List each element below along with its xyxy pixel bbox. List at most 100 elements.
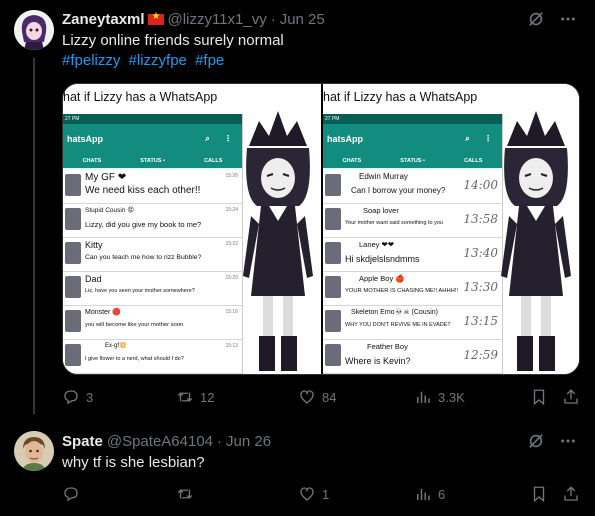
whatsapp-tabs: CHATS STATUS • CALLS [63,154,242,170]
tweet-2[interactable]: Spate @SpateA64104 · Jun 26 why tf is sh… [0,420,595,516]
tweet-2-actions: 1 6 [62,484,582,504]
contact-avatar [325,276,341,298]
display-name[interactable]: Zaneytaxml [62,11,145,28]
last-message: you will become like your mother soon [85,322,184,328]
tweet-media[interactable]: hat if Lizzy has a WhatsApp 27 PM hatsAp… [62,83,580,375]
reply-count: 3 [86,389,94,405]
last-message: WHY YOU DON'T REVIVE ME IN EVADE? [345,322,451,328]
media-image-left[interactable]: hat if Lizzy has a WhatsApp 27 PM hatsAp… [63,84,321,374]
chat-row: Monster 🔴 you will become like your moth… [63,306,242,340]
reply-button[interactable] [62,484,86,504]
tab-calls: CALLS [464,158,483,164]
chat-row: Kitty Can you teach me how to rizz Bubbl… [63,238,242,272]
hashtag-link[interactable]: #fpe [195,52,224,69]
chat-row: My GF ❤ We need kiss each other!! 15:26 [63,170,242,204]
chat-time: 12:59 [463,348,498,362]
last-message: Can I borrow your money? [351,186,446,195]
retweet-icon [177,392,193,402]
last-message: Can you teach me how to rizz Bubble? [85,254,202,261]
like-button[interactable]: 1 [298,484,329,504]
status-bar-time: 27 PM [63,114,242,124]
chat-time: 15:13 [225,343,238,349]
avatar-spate[interactable] [14,431,54,471]
view-count: 3.3K [438,389,465,405]
chat-row: Ex-gf💥 I give flower to a nerd, what sho… [63,340,242,374]
tweet-date[interactable]: Jun 26 [226,433,271,450]
chat-row: Soap lover Your mother want said somethi… [323,204,502,238]
like-count: 1 [322,486,330,502]
tweet-date[interactable]: Jun 25 [280,11,325,28]
reply-icon [64,487,78,502]
view-count: 6 [438,486,446,502]
share-button[interactable] [562,484,580,504]
handle[interactable]: @lizzy11x1_vy [168,11,267,28]
chat-time: 15:16 [225,309,238,315]
like-icon [300,487,314,501]
chat-time: 13:30 [463,280,498,294]
handle[interactable]: @SpateA64104 [107,433,213,450]
whatsapp-appbar: hatsApp ⌕ ⋮ [63,124,242,154]
contact-avatar [325,310,341,332]
tab-chats: CHATS [82,158,102,164]
chat-row: Apple Boy 🍎 YOUR MOTHER IS CHASING ME!! … [323,272,502,306]
chat-row: Dad Liz, have you seen your mother somew… [63,272,242,306]
lizzy-illustration [243,111,313,371]
more-icon[interactable] [559,10,577,28]
bookmark-button[interactable] [530,387,548,407]
bookmark-button[interactable] [530,484,548,504]
whatsapp-appbar: hatsApp ⌕ ⋮ [323,124,502,154]
like-icon [300,390,314,404]
share-button[interactable] [562,387,580,407]
last-message: We need kiss each other!! [85,185,201,196]
hashtag-link[interactable]: #lizzyfpe [129,52,187,69]
contact-name: Soap lover [363,206,399,215]
grok-icon[interactable] [527,10,545,28]
chat-time: 15:26 [225,173,238,179]
views-button[interactable]: 3.3K [414,387,465,407]
search-icon: ⌕ ⋮ [205,134,238,143]
contact-avatar [325,208,341,230]
views-button[interactable]: 6 [414,484,445,504]
tweet-text: why tf is she lesbian? [62,454,205,471]
lizzy-illustration [501,111,571,371]
like-count: 84 [322,389,337,405]
separator: · [217,432,223,450]
contact-name: Laney ❤❤ [359,240,395,249]
more-icon[interactable] [559,432,577,450]
whatsapp-screenshot: 27 PM hatsApp ⌕ ⋮ CHATS STATUS • CALLS M… [63,114,243,374]
tab-status: STATUS • [140,158,165,164]
hashtag-link[interactable]: #fpelizzy [62,52,120,69]
retweet-button[interactable] [176,484,200,504]
thread-line [33,58,35,414]
chat-time: 13:40 [463,246,498,260]
retweet-button[interactable]: 12 [176,387,214,407]
vietnam-flag-icon [147,11,164,25]
media-image-right[interactable]: hat if Lizzy has a WhatsApp 27 PM hatsAp… [321,84,579,374]
tweet-1[interactable]: Zaneytaxml @lizzy11x1_vy · Jun 25 Lizzy … [0,0,595,420]
avatar-zaneytaxml[interactable] [14,10,54,50]
contact-name: Kitty [85,240,103,250]
hashtags: #fpelizzy #lizzyfpe #fpe [62,51,228,71]
contact-avatar [325,174,341,196]
whatsapp-screenshot: 27 PM hatsApp ⌕ ⋮ CHATS STATUS • CALLS E… [323,114,503,374]
tab-calls: CALLS [204,158,223,164]
share-icon [564,486,578,501]
contact-avatar [65,276,81,298]
chat-time: 15:20 [225,275,238,281]
chat-row: Stupid Cousin 😡 Lizzy, did you give my b… [63,204,242,238]
like-button[interactable]: 84 [298,387,336,407]
reply-button[interactable]: 3 [62,387,93,407]
chat-row: Feather Boy Where is Kevin? 12:59 [323,340,502,374]
display-name[interactable]: Spate [62,433,103,450]
grok-icon[interactable] [527,432,545,450]
contact-name: Edwin Murray [359,172,408,181]
contact-name: Monster 🔴 [85,309,121,316]
search-icon: ⌕ ⋮ [465,134,498,143]
tweet-1-header: Zaneytaxml @lizzy11x1_vy · Jun 25 [62,10,325,28]
image-caption: hat if Lizzy has a WhatsApp [63,90,218,104]
contact-name: Apple Boy 🍎 [359,274,405,283]
retweet-count: 12 [200,389,215,405]
contact-avatar [65,208,81,230]
chat-time: 14:00 [463,178,498,192]
contact-avatar [65,242,81,264]
